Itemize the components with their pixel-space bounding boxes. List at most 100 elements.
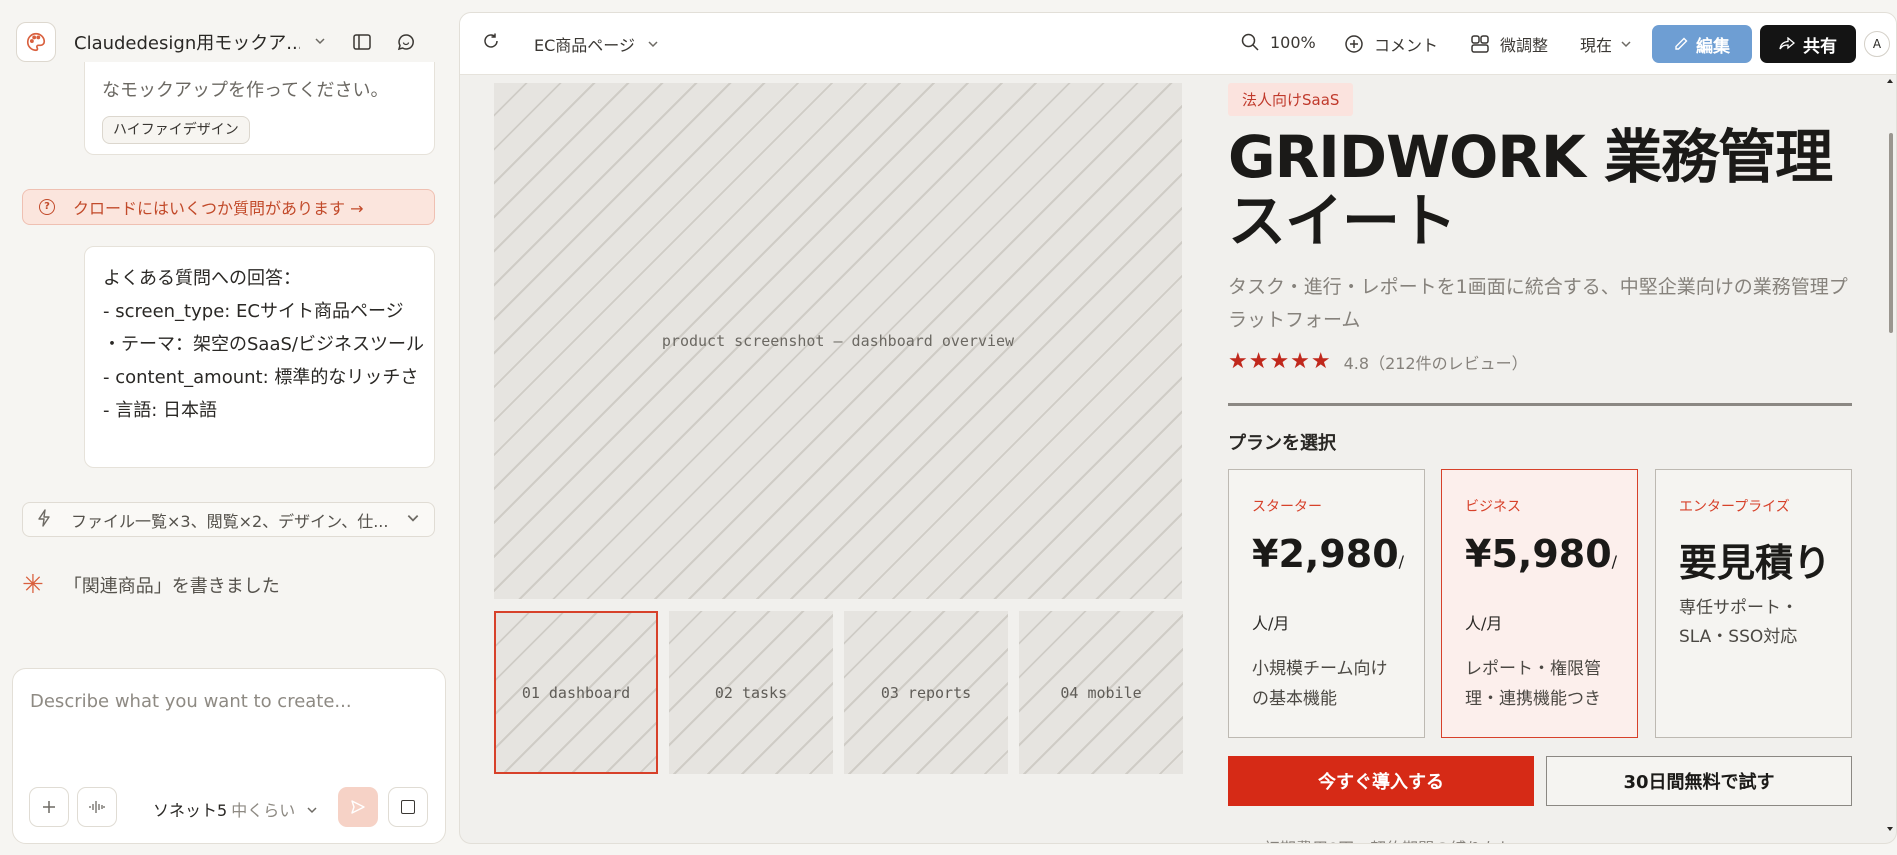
status-text: 「関連商品」を書きました bbox=[63, 576, 280, 597]
chevron-down-icon bbox=[307, 807, 317, 814]
avatar[interactable]: A bbox=[1864, 31, 1890, 57]
model-name: ソネット5 bbox=[153, 801, 228, 820]
thumbnail-reports[interactable]: 03 reports bbox=[844, 611, 1008, 774]
sidebar-toggle-icon[interactable] bbox=[348, 28, 376, 56]
claude-spark-icon: ✳ bbox=[22, 570, 44, 600]
answer-line: - 言語: 日本語 bbox=[103, 400, 218, 421]
edit-label: 編集 bbox=[1696, 36, 1730, 57]
message-text: なモックアップを作ってください。 bbox=[102, 80, 389, 101]
plan-name: ビジネス bbox=[1465, 499, 1521, 515]
page-title: EC商品ページ bbox=[534, 36, 635, 55]
tweak-label: 微調整 bbox=[1500, 36, 1549, 55]
voice-input-button[interactable] bbox=[77, 787, 117, 827]
plan-unit: 人/月 bbox=[1465, 614, 1503, 633]
thumbnail-tasks[interactable]: 02 tasks bbox=[669, 611, 833, 774]
palette-icon[interactable] bbox=[16, 22, 56, 62]
thumbnail-mobile[interactable]: 04 mobile bbox=[1019, 611, 1183, 774]
question-banner[interactable]: ? クロードにはいくつか質問があります → bbox=[22, 189, 435, 225]
plan-unit: 人/月 bbox=[1252, 614, 1290, 633]
plan-price: 要見積り bbox=[1679, 541, 1832, 585]
user-message-answers: よくある質問への回答： - screen_type: ECサイト商品ページ ・テ… bbox=[84, 246, 435, 468]
product-description: タスク・進行・レポートを1画面に統合する、中堅企業向けの業務管理プラットフォーム bbox=[1228, 276, 1848, 331]
send-button[interactable] bbox=[338, 787, 378, 827]
tweak-button[interactable]: 微調整 bbox=[1470, 32, 1548, 56]
prompt-input[interactable]: Describe what you want to create... bbox=[30, 691, 352, 712]
answer-line: よくある質問への回答： bbox=[103, 268, 301, 289]
thumbnail-label: 04 mobile bbox=[1060, 683, 1142, 702]
star-rating-icon: ★★★★★ bbox=[1228, 349, 1332, 374]
answer-line: - screen_type: ECサイト商品ページ bbox=[103, 301, 404, 322]
zoom-control[interactable]: 100% bbox=[1240, 32, 1316, 52]
share-label: 共有 bbox=[1803, 36, 1837, 57]
add-attachment-button[interactable] bbox=[29, 787, 69, 827]
thumbnail-label: 02 tasks bbox=[714, 683, 788, 702]
plan-price-value: ¥5,980 bbox=[1465, 532, 1612, 576]
chat-panel: Claudedesign用モックア... なモックアップを作ってください。 ハイ… bbox=[0, 0, 458, 855]
plan-card-enterprise[interactable]: エンタープライズ 要見積り 専任サポート・SLA・SSO対応 bbox=[1655, 469, 1852, 738]
thumbnail-label: 01 dashboard bbox=[521, 683, 631, 702]
comment-add-icon bbox=[1345, 35, 1363, 53]
thumbnail-label: 03 reports bbox=[880, 683, 972, 702]
plan-description: レポート・権限管理・連携機能つき bbox=[1465, 659, 1601, 709]
category-badge: 法人向けSaaS bbox=[1228, 83, 1354, 116]
chat-bubble-icon[interactable] bbox=[392, 28, 420, 56]
plan-price: ¥5,980/ bbox=[1465, 532, 1617, 576]
zoom-level: 100% bbox=[1270, 32, 1316, 52]
plan-price: ¥2,980/ bbox=[1252, 532, 1404, 576]
product-hero-image[interactable]: product screenshot — dashboard overview bbox=[494, 83, 1182, 599]
tool-calls-label: ファイル一覧×3、閲覧×2、デザイン、仕... bbox=[71, 511, 389, 531]
send-icon bbox=[351, 800, 365, 814]
footnote-text: ・初期費用0円・契約期間の縛りなし bbox=[1248, 835, 1514, 843]
plan-description: 専任サポート・SLA・SSO対応 bbox=[1679, 598, 1798, 647]
sliders-icon bbox=[1471, 35, 1489, 53]
design-canvas: EC商品ページ 100% コメント 微調整 現在 編集 共有 A product… bbox=[459, 12, 1897, 844]
share-button[interactable]: 共有 bbox=[1760, 25, 1856, 63]
comment-label: コメント bbox=[1374, 36, 1439, 55]
model-effort: 中くらい bbox=[231, 801, 296, 820]
product-rating[interactable]: ★★★★★ 4.8（212件のレビュー） bbox=[1228, 349, 1528, 374]
answer-line: - content_amount: 標準的なリッチさ bbox=[103, 367, 419, 388]
free-trial-button[interactable]: 30日間無料で試す bbox=[1546, 756, 1852, 806]
tool-calls-summary[interactable]: ファイル一覧×3、閲覧×2、デザイン、仕... bbox=[22, 502, 435, 537]
waveform-icon bbox=[89, 801, 105, 813]
canvas-toolbar: EC商品ページ 100% コメント 微調整 現在 編集 共有 A bbox=[460, 13, 1896, 75]
attachment-chip[interactable]: ハイファイデザイン bbox=[102, 116, 250, 144]
chevron-down-icon bbox=[1621, 41, 1631, 48]
share-arrow-icon bbox=[1779, 37, 1795, 50]
plan-description: 小規模チーム向けの基本機能 bbox=[1252, 659, 1388, 709]
refresh-icon[interactable] bbox=[482, 32, 510, 50]
plan-price-slash: / bbox=[1611, 552, 1618, 571]
divider bbox=[1228, 403, 1852, 406]
comment-button[interactable]: コメント bbox=[1344, 32, 1438, 56]
page-selector[interactable]: EC商品ページ bbox=[534, 32, 669, 56]
search-icon bbox=[1241, 33, 1259, 51]
help-circle-icon: ? bbox=[39, 199, 55, 215]
edit-button[interactable]: 編集 bbox=[1652, 25, 1752, 63]
model-selector[interactable]: ソネット5 中くらい bbox=[153, 797, 318, 821]
plan-price-value: ¥2,980 bbox=[1252, 532, 1399, 576]
version-selector[interactable]: 現在 bbox=[1580, 32, 1642, 56]
plan-card-business[interactable]: ビジネス ¥5,980/ 人/月 レポート・権限管理・連携機能つき bbox=[1441, 469, 1638, 738]
plan-section-title: プランを選択 bbox=[1228, 433, 1336, 454]
prompt-composer: Describe what you want to create... ソネット… bbox=[12, 668, 446, 844]
chevron-down-icon bbox=[406, 510, 420, 529]
plan-price-slash: / bbox=[1398, 552, 1405, 571]
stop-icon bbox=[401, 800, 415, 814]
buy-now-button[interactable]: 今すぐ導入する bbox=[1228, 756, 1534, 806]
stop-button[interactable] bbox=[388, 787, 428, 827]
pencil-icon bbox=[1675, 37, 1688, 50]
user-message-prev: なモックアップを作ってください。 ハイファイデザイン bbox=[84, 62, 435, 155]
product-title: GRIDWORK 業務管理スイート bbox=[1228, 123, 1833, 255]
plan-name: エンタープライズ bbox=[1679, 499, 1790, 515]
question-banner-label: クロードにはいくつか質問があります → bbox=[73, 199, 364, 218]
project-title[interactable]: Claudedesign用モックア... bbox=[74, 29, 300, 55]
plan-card-starter[interactable]: スターター ¥2,980/ 人/月 小規模チーム向けの基本機能 bbox=[1228, 469, 1425, 738]
version-label: 現在 bbox=[1580, 36, 1613, 55]
chevron-down-icon bbox=[648, 41, 658, 48]
hero-placeholder-label: product screenshot — dashboard overview bbox=[661, 332, 1015, 350]
chevron-down-icon[interactable] bbox=[308, 35, 332, 50]
thumbnail-dashboard[interactable]: 01 dashboard bbox=[494, 611, 658, 774]
scrollbar-thumb[interactable] bbox=[1889, 133, 1893, 333]
assistant-status: ✳ 「関連商品」を書きました bbox=[22, 572, 280, 598]
answers-text: よくある質問への回答： - screen_type: ECサイト商品ページ ・テ… bbox=[103, 262, 425, 427]
